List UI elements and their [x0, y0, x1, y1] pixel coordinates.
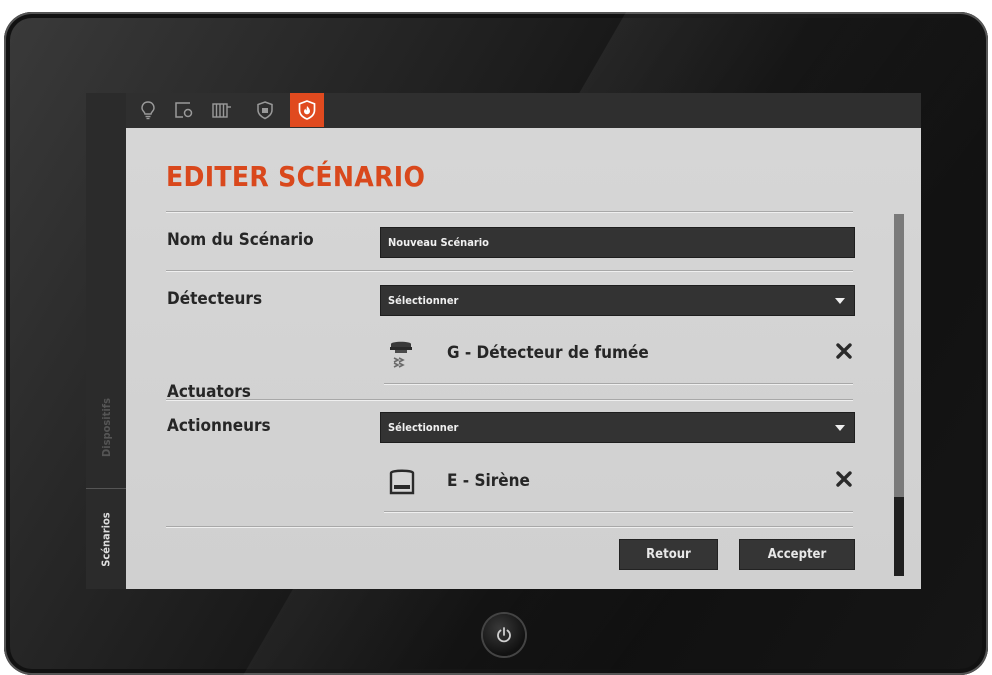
- radiator-icon[interactable]: [205, 93, 239, 127]
- scenario-name-value: Nouveau Scénario: [388, 236, 489, 249]
- remove-detector-button[interactable]: [834, 341, 854, 361]
- actuators-select[interactable]: Sélectionner: [380, 412, 855, 443]
- power-button[interactable]: [483, 614, 525, 656]
- actuator-item-name: E - Sirène: [447, 471, 530, 491]
- window-sensor-icon[interactable]: [167, 93, 201, 127]
- sidebar-tab-label: Scénarios: [99, 511, 113, 567]
- chevron-down-icon: [835, 425, 845, 431]
- chevron-down-icon: [835, 298, 845, 304]
- page-title: EDITER SCÉNARIO: [166, 160, 426, 193]
- category-tab-bar: [126, 93, 921, 128]
- sidebar-tab-label: Dispositifs: [99, 398, 113, 457]
- close-icon: [836, 343, 852, 359]
- sidebar-tab-dispositifs[interactable]: Dispositifs: [86, 370, 126, 485]
- power-icon: [497, 627, 511, 643]
- actuators-label: Actionneurs: [167, 416, 271, 436]
- sidebar-tab-scenarios[interactable]: Scénarios: [86, 488, 126, 589]
- scrollbar-thumb[interactable]: [894, 214, 904, 497]
- actuators-select-value: Sélectionner: [388, 421, 459, 434]
- detectors-select[interactable]: Sélectionner: [380, 285, 855, 316]
- accept-button[interactable]: Accepter: [739, 539, 855, 570]
- scenario-name-input[interactable]: Nouveau Scénario: [380, 227, 855, 258]
- fire-shield-icon[interactable]: [290, 93, 324, 127]
- detector-item-name: G - Détecteur de fumée: [447, 343, 649, 363]
- remove-actuator-button[interactable]: [834, 469, 854, 489]
- close-icon: [836, 471, 852, 487]
- smoke-detector-icon: [387, 338, 415, 374]
- siren-icon: [388, 467, 416, 501]
- detectors-label: Détecteurs: [167, 289, 263, 309]
- bulb-icon[interactable]: [131, 93, 165, 127]
- shield-icon[interactable]: [248, 93, 282, 127]
- detectors-select-value: Sélectionner: [388, 294, 459, 307]
- back-button[interactable]: Retour: [619, 539, 718, 570]
- scenario-name-label: Nom du Scénario: [167, 230, 314, 250]
